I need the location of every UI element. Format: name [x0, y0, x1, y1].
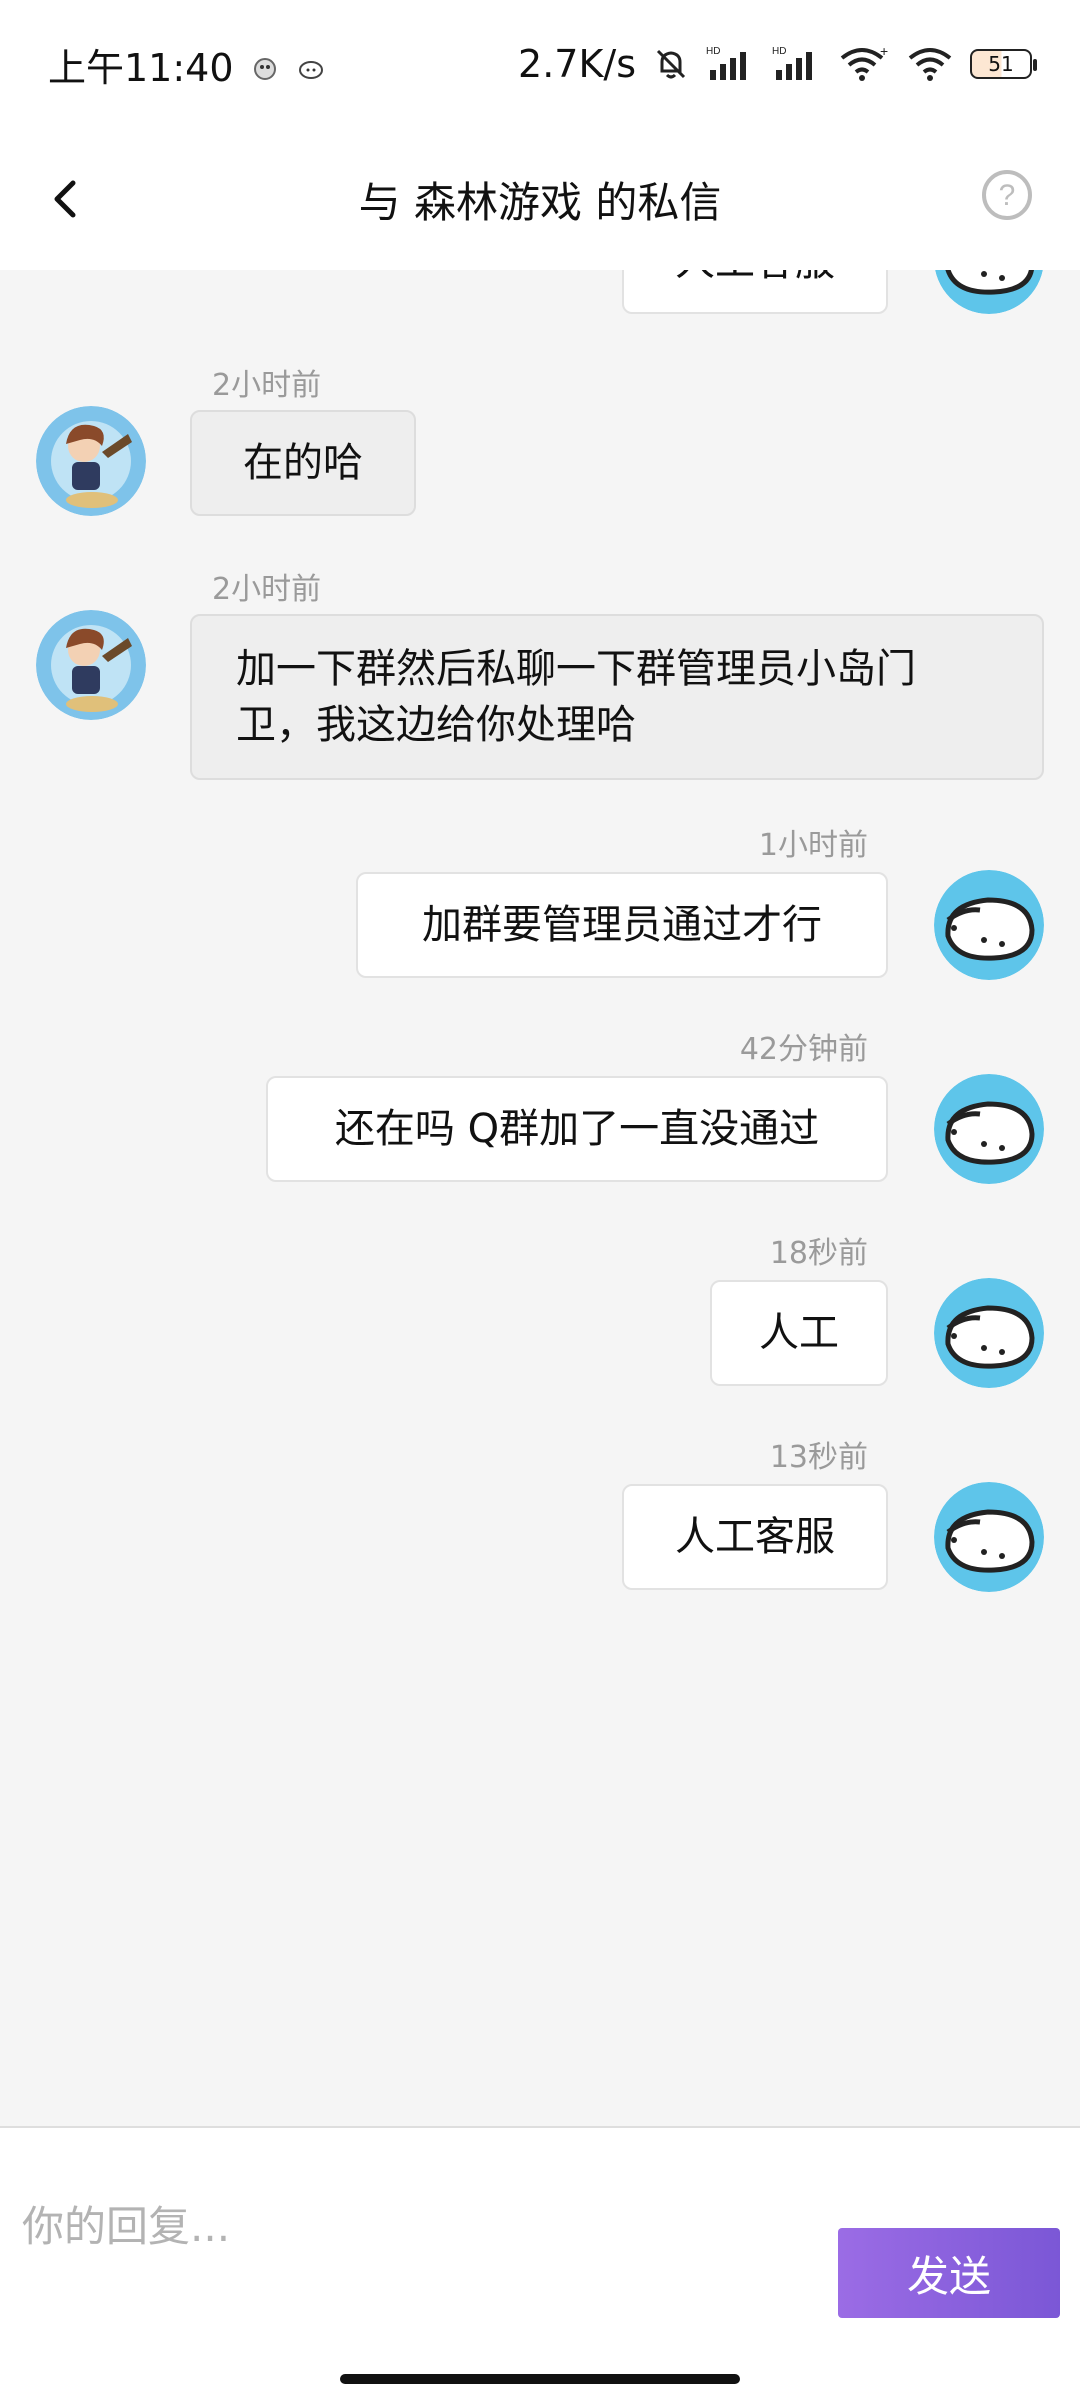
user-avatar[interactable]: [934, 870, 1044, 980]
svg-text:+: +: [880, 44, 888, 59]
user-avatar[interactable]: [934, 1074, 1044, 1184]
message-bubble-incoming[interactable]: 在的哈: [190, 410, 416, 516]
status-right: 2.7K/s HD HD + 51: [518, 42, 1037, 86]
svg-text:?: ?: [999, 179, 1016, 212]
message-bubble-incoming[interactable]: 加一下群然后私聊一下群管理员小岛门 卫，我这边给你处理哈: [190, 614, 1044, 780]
status-time: 上午11:40: [48, 45, 234, 90]
message-bubble-outgoing[interactable]: 加群要管理员通过才行: [356, 872, 888, 978]
back-button[interactable]: [30, 164, 100, 234]
status-left: 上午11:40: [48, 37, 326, 92]
send-button-label: 发送: [906, 2251, 991, 2301]
user-avatar[interactable]: [934, 1278, 1044, 1388]
notification-icon: [250, 49, 280, 80]
message-time: 1小时前: [758, 828, 868, 863]
wifi-icon: [906, 44, 954, 84]
notification-icon: [296, 49, 326, 79]
message-text: 人工客服: [675, 1514, 835, 1560]
mute-bell-icon: [652, 45, 690, 83]
user-avatar[interactable]: [934, 270, 1044, 314]
battery-icon: 51: [970, 49, 1037, 79]
message-bubble-outgoing[interactable]: 人工客服: [622, 270, 888, 314]
wifi-icon: +: [838, 44, 890, 84]
message-text-line: 加一下群然后私聊一下群管理员小岛门: [236, 646, 916, 692]
signal-icon: HD: [706, 44, 756, 84]
question-circle-icon: ?: [982, 170, 1032, 220]
message-time: 2小时前: [212, 572, 322, 607]
chat-header: 与 森林游戏 的私信 ?: [0, 128, 1080, 270]
message-text: 人工客服: [675, 270, 835, 290]
battery-level: 51: [988, 52, 1014, 76]
message-bubble-outgoing[interactable]: 人工: [710, 1280, 888, 1386]
network-speed: 2.7K/s: [518, 42, 636, 86]
message-text: 加群要管理员通过才行: [422, 902, 822, 948]
page-title: 与 森林游戏 的私信: [358, 177, 722, 227]
signal-icon: HD: [772, 44, 822, 84]
reply-input[interactable]: [22, 2186, 822, 2266]
message-time: 13秒前: [769, 1440, 868, 1475]
message-text-line: 卫，我这边给你处理哈: [236, 702, 636, 748]
message-bubble-outgoing[interactable]: 人工客服: [622, 1484, 888, 1590]
status-bar: 上午11:40 2.7K/s HD HD + 51: [0, 0, 1080, 128]
home-indicator[interactable]: [340, 2374, 740, 2384]
user-avatar[interactable]: [934, 1482, 1044, 1592]
message-time: 42分钟前: [739, 1032, 868, 1067]
chevron-left-icon: [54, 180, 76, 218]
svg-text:HD: HD: [706, 46, 720, 57]
message-bubble-outgoing[interactable]: 还在吗 Q群加了一直没通过: [266, 1076, 888, 1182]
svg-text:HD: HD: [772, 46, 786, 57]
message-time: 18秒前: [769, 1236, 868, 1271]
help-button[interactable]: ?: [972, 160, 1042, 230]
sender-avatar[interactable]: [36, 610, 146, 720]
message-text: 在的哈: [243, 440, 363, 486]
message-time: 2小时前: [212, 368, 322, 403]
sender-avatar[interactable]: [36, 406, 146, 516]
reply-bar: 发送: [0, 2126, 1080, 2400]
message-text: 人工: [759, 1310, 839, 1356]
message-text: 还在吗 Q群加了一直没通过: [334, 1106, 820, 1152]
message-list[interactable]: 人工客服 2小时前 在的哈 2小时前 加一下群然后私聊一下群管理员小岛门 卫，我…: [0, 270, 1080, 2130]
send-button[interactable]: 发送: [838, 2228, 1060, 2318]
